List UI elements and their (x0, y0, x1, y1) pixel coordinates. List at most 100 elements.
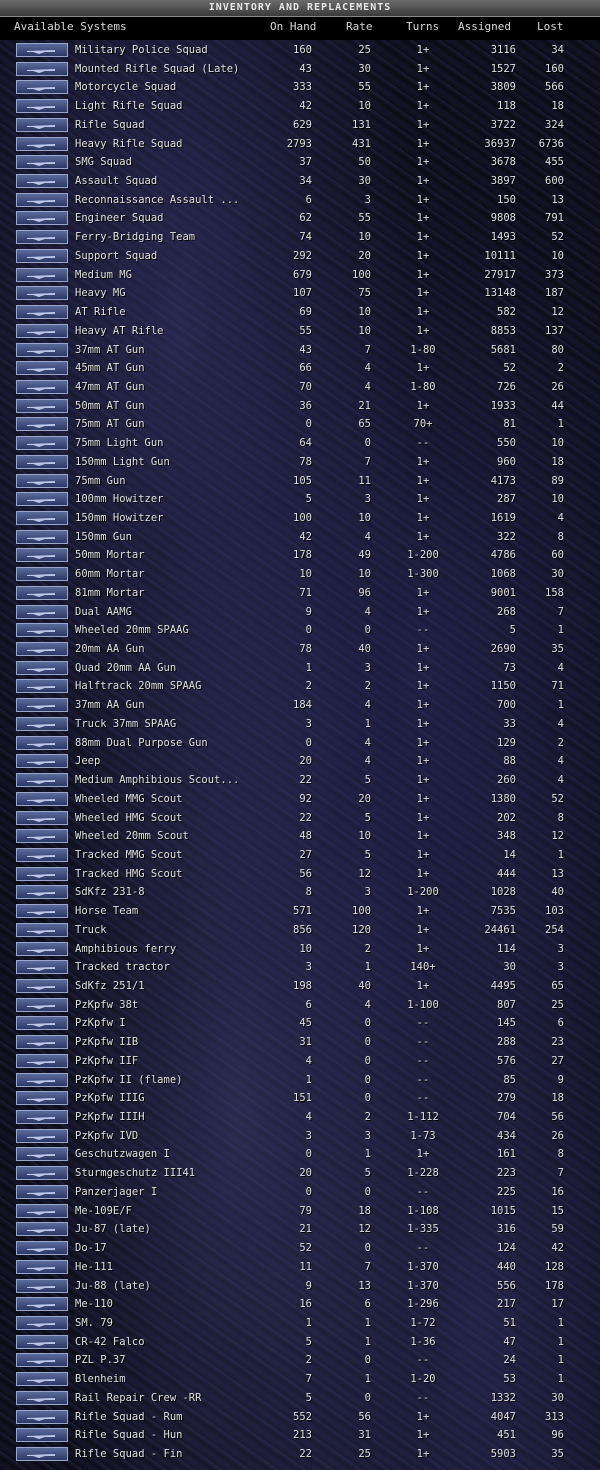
inventory-row[interactable]: 75mm AT Gun 0 65 70+ 81 1 (0, 415, 600, 433)
inventory-row[interactable]: SMG Squad 37 50 1+ 3678 455 (0, 153, 600, 171)
unit-icon-button[interactable] (16, 1372, 68, 1387)
unit-icon-button[interactable] (16, 922, 68, 937)
inventory-row[interactable]: Tracked MMG Scout 27 5 1+ 14 1 (0, 846, 600, 864)
unit-icon-button[interactable] (16, 361, 68, 376)
header-on-hand[interactable]: On Hand (270, 17, 316, 37)
inventory-row[interactable]: 47mm AT Gun 70 4 1-80 726 26 (0, 378, 600, 396)
inventory-row[interactable]: Truck 856 120 1+ 24461 254 (0, 921, 600, 939)
unit-icon-button[interactable] (16, 61, 68, 76)
inventory-row[interactable]: PzKpfw IIB 31 0 -- 288 23 (0, 1033, 600, 1051)
inventory-row[interactable]: Tracked HMG Scout 56 12 1+ 444 13 (0, 865, 600, 883)
inventory-row[interactable]: Wheeled 20mm SPAAG 0 0 -- 5 1 (0, 621, 600, 639)
unit-icon-button[interactable] (16, 1035, 68, 1050)
inventory-row[interactable]: PzKpfw 38t 6 4 1-100 807 25 (0, 996, 600, 1014)
unit-icon-button[interactable] (16, 960, 68, 975)
unit-icon-button[interactable] (16, 492, 68, 507)
inventory-row[interactable]: PzKpfw II (flame) 1 0 -- 85 9 (0, 1071, 600, 1089)
inventory-row[interactable]: Tracked tractor 3 1 140+ 30 3 (0, 958, 600, 976)
inventory-row[interactable]: CR-42 Falco 5 1 1-36 47 1 (0, 1333, 600, 1351)
unit-icon-button[interactable] (16, 379, 68, 394)
inventory-row[interactable]: Engineer Squad 62 55 1+ 9808 791 (0, 209, 600, 227)
inventory-row[interactable]: Dual AAMG 9 4 1+ 268 7 (0, 603, 600, 621)
unit-icon-button[interactable] (16, 1259, 68, 1274)
unit-icon-button[interactable] (16, 436, 68, 451)
unit-icon-button[interactable] (16, 1053, 68, 1068)
unit-icon-button[interactable] (16, 847, 68, 862)
unit-icon-button[interactable] (16, 941, 68, 956)
inventory-row[interactable]: 81mm Mortar 71 96 1+ 9001 158 (0, 584, 600, 602)
unit-icon-button[interactable] (16, 267, 68, 282)
unit-icon-button[interactable] (16, 810, 68, 825)
unit-icon-button[interactable] (16, 642, 68, 657)
inventory-row[interactable]: Do-17 52 0 -- 124 42 (0, 1239, 600, 1257)
unit-icon-button[interactable] (16, 773, 68, 788)
unit-icon-button[interactable] (16, 1203, 68, 1218)
unit-icon-button[interactable] (16, 997, 68, 1012)
unit-icon-button[interactable] (16, 342, 68, 357)
unit-icon-button[interactable] (16, 1297, 68, 1312)
inventory-row[interactable]: Support Squad 292 20 1+ 10111 10 (0, 247, 600, 265)
inventory-row[interactable]: Wheeled 20mm Scout 48 10 1+ 348 12 (0, 827, 600, 845)
header-assigned[interactable]: Assigned (458, 17, 511, 37)
unit-icon-button[interactable] (16, 735, 68, 750)
inventory-row[interactable]: PzKpfw IIIH 4 2 1-112 704 56 (0, 1108, 600, 1126)
inventory-row[interactable]: 37mm AT Gun 43 7 1-80 5681 80 (0, 341, 600, 359)
inventory-row[interactable]: Reconnaissance Assault ... 6 3 1+ 150 13 (0, 191, 600, 209)
unit-icon-button[interactable] (16, 1409, 68, 1424)
unit-icon-button[interactable] (16, 99, 68, 114)
inventory-row[interactable]: Me-110 16 6 1-296 217 17 (0, 1295, 600, 1313)
unit-icon-button[interactable] (16, 473, 68, 488)
inventory-row[interactable]: SdKfz 251/1 198 40 1+ 4495 65 (0, 977, 600, 995)
unit-icon-button[interactable] (16, 1428, 68, 1443)
inventory-row[interactable]: PzKpfw IVD 3 3 1-73 434 26 (0, 1127, 600, 1145)
inventory-row[interactable]: Motorcycle Squad 333 55 1+ 3809 566 (0, 78, 600, 96)
inventory-row[interactable]: Quad 20mm AA Gun 1 3 1+ 73 4 (0, 659, 600, 677)
inventory-row[interactable]: 75mm Gun 105 11 1+ 4173 89 (0, 472, 600, 490)
header-available-systems[interactable]: Available Systems (14, 17, 127, 37)
unit-icon-button[interactable] (16, 885, 68, 900)
unit-icon-button[interactable] (16, 604, 68, 619)
inventory-row[interactable]: SM. 79 1 1 1-72 51 1 (0, 1314, 600, 1332)
header-lost[interactable]: Lost (537, 17, 564, 37)
inventory-row[interactable]: Military Police Squad 160 25 1+ 3116 34 (0, 41, 600, 59)
inventory-row[interactable]: PzKpfw IIIG 151 0 -- 279 18 (0, 1089, 600, 1107)
inventory-row[interactable]: PzKpfw IIF 4 0 -- 576 27 (0, 1052, 600, 1070)
inventory-row[interactable]: AT Rifle 69 10 1+ 582 12 (0, 303, 600, 321)
inventory-row[interactable]: Blenheim 7 1 1-20 53 1 (0, 1370, 600, 1388)
unit-icon-button[interactable] (16, 698, 68, 713)
unit-icon-button[interactable] (16, 548, 68, 563)
unit-icon-button[interactable] (16, 716, 68, 731)
inventory-row[interactable]: 45mm AT Gun 66 4 1+ 52 2 (0, 359, 600, 377)
unit-icon-button[interactable] (16, 754, 68, 769)
unit-icon-button[interactable] (16, 211, 68, 226)
unit-icon-button[interactable] (16, 417, 68, 432)
inventory-row[interactable]: Ferry-Bridging Team 74 10 1+ 1493 52 (0, 228, 600, 246)
inventory-row[interactable]: SdKfz 231-8 8 3 1-200 1028 40 (0, 883, 600, 901)
inventory-row[interactable]: 50mm Mortar 178 49 1-200 4786 60 (0, 546, 600, 564)
inventory-row[interactable]: PzKpfw I 45 0 -- 145 6 (0, 1014, 600, 1032)
unit-icon-button[interactable] (16, 1390, 68, 1405)
inventory-row[interactable]: Sturmgeschutz III41 20 5 1-228 223 7 (0, 1164, 600, 1182)
inventory-row[interactable]: PZL P.37 2 0 -- 24 1 (0, 1351, 600, 1369)
unit-icon-button[interactable] (16, 791, 68, 806)
header-turns[interactable]: Turns (406, 17, 439, 37)
inventory-row[interactable]: 50mm AT Gun 36 21 1+ 1933 44 (0, 397, 600, 415)
inventory-list[interactable]: Military Police Squad 160 25 1+ 3116 34 Mounte… (0, 40, 600, 1470)
unit-icon-button[interactable] (16, 305, 68, 320)
unit-icon-button[interactable] (16, 660, 68, 675)
inventory-row[interactable]: Assault Squad 34 30 1+ 3897 600 (0, 172, 600, 190)
inventory-row[interactable]: Rifle Squad 629 131 1+ 3722 324 (0, 116, 600, 134)
inventory-row[interactable]: 20mm AA Gun 78 40 1+ 2690 35 (0, 640, 600, 658)
unit-icon-button[interactable] (16, 904, 68, 919)
unit-icon-button[interactable] (16, 1334, 68, 1349)
unit-icon-button[interactable] (16, 1315, 68, 1330)
unit-icon-button[interactable] (16, 136, 68, 151)
unit-icon-button[interactable] (16, 117, 68, 132)
unit-icon-button[interactable] (16, 979, 68, 993)
inventory-row[interactable]: Medium MG 679 100 1+ 27917 373 (0, 266, 600, 284)
unit-icon-button[interactable] (16, 1222, 68, 1237)
inventory-row[interactable]: Ju-88 (late) 9 13 1-370 556 178 (0, 1277, 600, 1295)
inventory-row[interactable]: Heavy AT Rifle 55 10 1+ 8853 137 (0, 322, 600, 340)
inventory-row[interactable]: Horse Team 571 100 1+ 7535 103 (0, 902, 600, 920)
unit-icon-button[interactable] (16, 454, 68, 469)
